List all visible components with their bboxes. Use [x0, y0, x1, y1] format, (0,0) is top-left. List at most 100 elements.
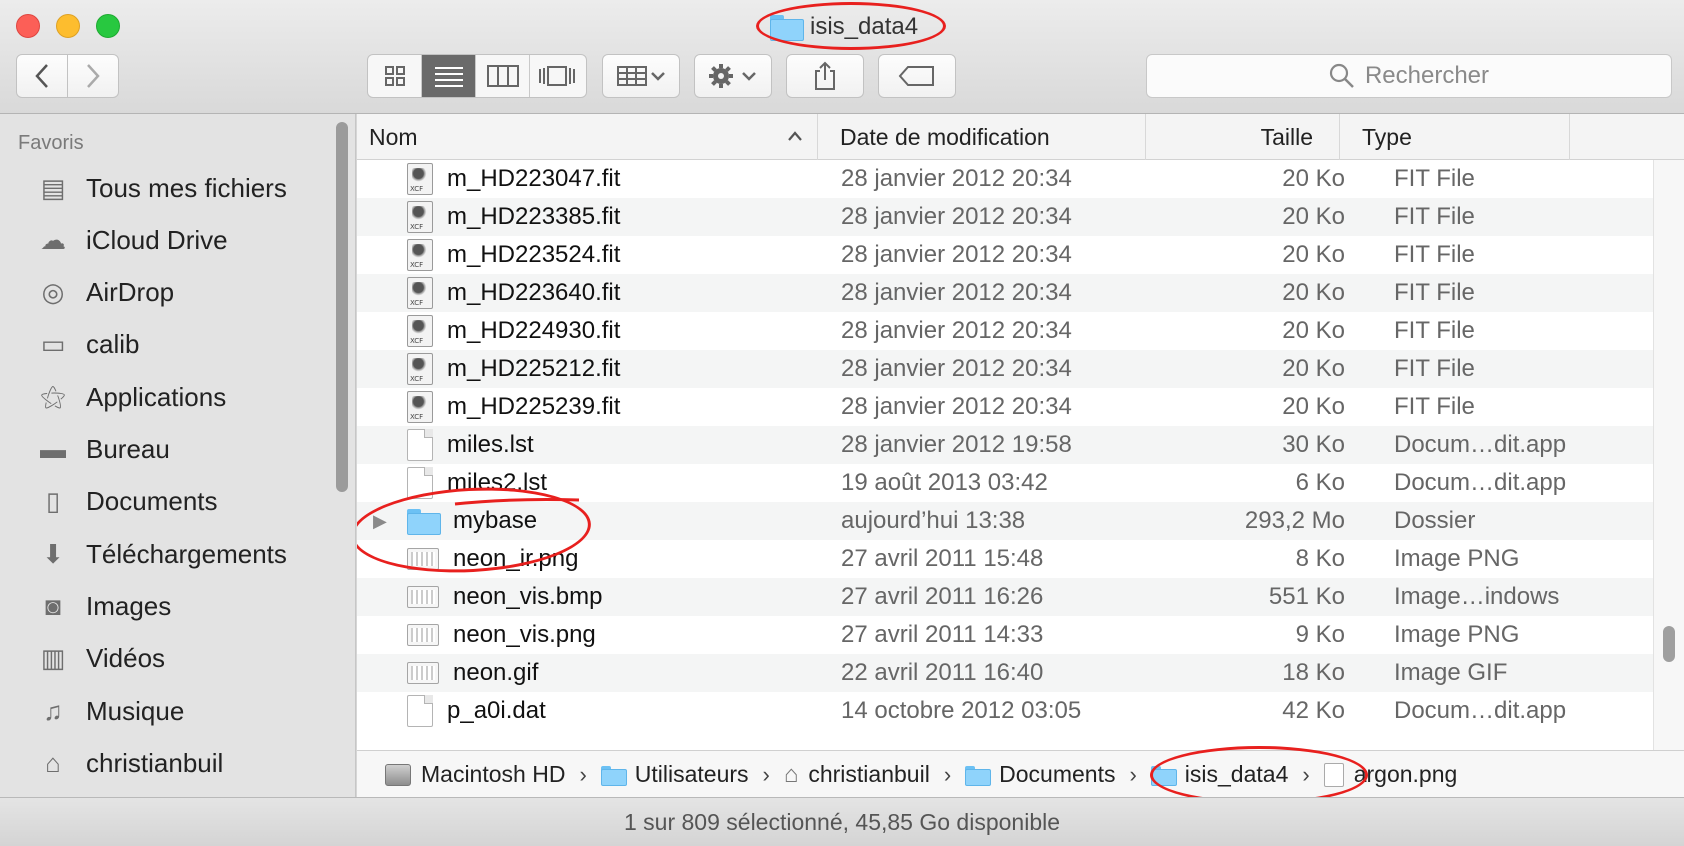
file-row[interactable]: m_HD223385.fit28 janvier 2012 20:3420 Ko…	[357, 198, 1653, 236]
file-row[interactable]: neon_vis.png 27 avril 2011 14:33 9 Ko Image…	[357, 616, 1653, 654]
file-type: FIT File	[1394, 241, 1475, 268]
sidebar-item[interactable]: ⌂ christianbuil	[34, 741, 223, 785]
action-button[interactable]	[694, 54, 772, 98]
sidebar-item[interactable]: ♫ Musique	[34, 689, 184, 733]
all-files-icon: ▤	[40, 172, 66, 203]
file-row[interactable]: neon.gif 22 avril 2011 16:40 18 Ko Image GI…	[357, 654, 1653, 692]
sidebar-item-label: Tous mes fichiers	[86, 172, 287, 203]
column-header-date-label: Date de modification	[840, 123, 1050, 150]
view-mode-selector	[367, 54, 587, 98]
sidebar: Favoris ▤ Tous mes fichiers ☁ iCloud Drive ◎…	[0, 114, 356, 797]
file-size: 8 Ko	[1295, 545, 1345, 572]
sidebar-item[interactable]: ◙ Images	[34, 584, 171, 628]
file-type: FIT File	[1394, 317, 1475, 344]
sidebar-item-label: Bureau	[86, 434, 170, 464]
search-field[interactable]: Rechercher	[1146, 54, 1672, 98]
path-crumb[interactable]: argon.png	[1323, 761, 1457, 788]
sidebar-item[interactable]: ⚝ Applications	[34, 375, 226, 419]
file-row[interactable]: m_HD225239.fit28 janvier 2012 20:3420 Ko…	[357, 388, 1653, 426]
column-header-name[interactable]: Nom	[357, 114, 818, 160]
path-crumb-label: Utilisateurs	[634, 761, 749, 787]
gear-icon	[709, 64, 756, 88]
grid-icon	[384, 66, 405, 86]
list-view-button[interactable]	[422, 55, 476, 97]
file-row[interactable]: neon_vis.bmp 27 avril 2011 16:26 551 Ko Ima…	[357, 578, 1653, 616]
file-row[interactable]: m_HD223524.fit28 janvier 2012 20:3420 Ko…	[357, 236, 1653, 274]
share-button[interactable]	[786, 54, 864, 98]
file-size: 20 Ko	[1282, 203, 1345, 230]
file-row[interactable]: neon_ir.png 27 avril 2011 15:48 8 Ko Image …	[357, 540, 1653, 578]
file-size: 18 Ko	[1282, 659, 1345, 686]
home-icon: ⌂	[45, 747, 61, 778]
zoom-window-button[interactable]	[96, 14, 120, 38]
sidebar-item-label: christianbuil	[86, 747, 224, 778]
cover-flow-button[interactable]	[530, 55, 584, 97]
cover-flow-icon	[539, 66, 575, 86]
column-header-size[interactable]: Taille	[1146, 114, 1340, 160]
file-row[interactable]: m_HD224930.fit28 janvier 2012 20:3420 Ko…	[357, 312, 1653, 350]
path-crumb[interactable]: Macintosh HD	[385, 761, 565, 788]
chevron-right-icon: ›	[1129, 761, 1137, 787]
file-size: 20 Ko	[1282, 355, 1345, 382]
file-row[interactable]: m_HD225212.fit28 janvier 2012 20:3420 Ko…	[357, 350, 1653, 388]
file-row[interactable]: p_a0i.dat 14 octobre 2012 03:05 42 Ko Docum…	[357, 692, 1653, 730]
sidebar-item-label: calib	[86, 329, 140, 360]
sidebar-item[interactable]: ▬ Bureau	[34, 428, 170, 472]
column-header-type[interactable]: Type	[1340, 114, 1570, 160]
sidebar-item-label: Téléchargements	[86, 538, 287, 569]
file-size: 9 Ko	[1295, 621, 1345, 648]
folder-icon	[600, 765, 627, 786]
path-bar: Macintosh HD › Utilisateurs › ⌂ christianbuil…	[357, 750, 1684, 798]
file-type: Docum…dit.app	[1394, 697, 1567, 724]
sidebar-item[interactable]: ⬇ Téléchargements	[34, 532, 287, 576]
column-view-button[interactable]	[476, 55, 530, 97]
sidebar-item[interactable]: ☁ iCloud Drive	[34, 218, 228, 262]
path-crumb[interactable]: Documents	[965, 761, 1115, 788]
home-icon: ⌂	[783, 760, 799, 788]
path-crumb-label: isis_data4	[1184, 761, 1289, 787]
column-header-name-label: Nom	[369, 123, 418, 150]
sidebar-item[interactable]: ◎ AirDrop	[34, 271, 174, 315]
arrange-button[interactable]	[602, 54, 680, 98]
chevron-right-icon	[87, 64, 100, 88]
sidebar-item[interactable]: ▯ Documents	[34, 480, 218, 524]
forward-button[interactable]	[67, 54, 119, 98]
sidebar-item-label: iCloud Drive	[86, 224, 228, 255]
column-header-date[interactable]: Date de modification	[818, 114, 1146, 160]
camera-icon: ◙	[45, 590, 61, 621]
sidebar-item[interactable]: ▭ calib	[34, 323, 140, 367]
sidebar-item[interactable]: ▥ Vidéos	[34, 637, 165, 681]
column-header-bar: Nom Date de modification Taille Type	[357, 114, 1684, 160]
sidebar-item-label: AirDrop	[86, 277, 175, 308]
file-row[interactable]: m_HD223640.fit28 janvier 2012 20:3420 Ko…	[357, 274, 1653, 312]
documents-icon: ▯	[45, 486, 61, 517]
path-crumb[interactable]: Utilisateurs	[600, 761, 749, 788]
minimize-window-button[interactable]	[56, 14, 80, 38]
download-icon: ⬇	[42, 538, 64, 569]
file-list-view: Nom Date de modification Taille Type m_H…	[357, 114, 1684, 750]
path-crumb-label: Macintosh HD	[421, 761, 566, 787]
file-type: Image…indows	[1394, 583, 1560, 610]
file-row[interactable]: m_HD223047.fit28 janvier 2012 20:3420 Ko…	[357, 160, 1653, 198]
file-list-scroll-thumb[interactable]	[1663, 626, 1675, 662]
close-window-button[interactable]	[16, 14, 40, 38]
file-list-scrollbar[interactable]	[1653, 160, 1684, 750]
window-title-text: isis_data4	[810, 13, 919, 40]
folder-icon	[1150, 765, 1177, 786]
desktop-icon: ▬	[40, 434, 66, 464]
path-crumb[interactable]: ⌂ christianbuil	[784, 761, 930, 789]
back-button[interactable]	[16, 54, 68, 98]
file-size: 20 Ko	[1282, 279, 1345, 306]
tags-button[interactable]	[878, 54, 956, 98]
chevron-right-icon: ›	[1302, 761, 1310, 787]
music-icon: ♫	[43, 695, 63, 726]
sidebar-scrollbar[interactable]	[336, 122, 348, 492]
sidebar-item[interactable]: ▤ Tous mes fichiers	[34, 166, 287, 210]
path-crumb-label: christianbuil	[808, 761, 930, 787]
file-row[interactable]: miles.lst 28 janvier 2012 19:58 30 Ko Docum…	[357, 426, 1653, 464]
icon-view-button[interactable]	[368, 55, 422, 97]
file-type: FIT File	[1394, 393, 1475, 420]
folder-icon: ▭	[40, 329, 66, 360]
status-bar: 1 sur 809 sélectionné, 45,85 Go disponib…	[0, 797, 1684, 846]
path-crumb[interactable]: isis_data4	[1150, 761, 1289, 788]
